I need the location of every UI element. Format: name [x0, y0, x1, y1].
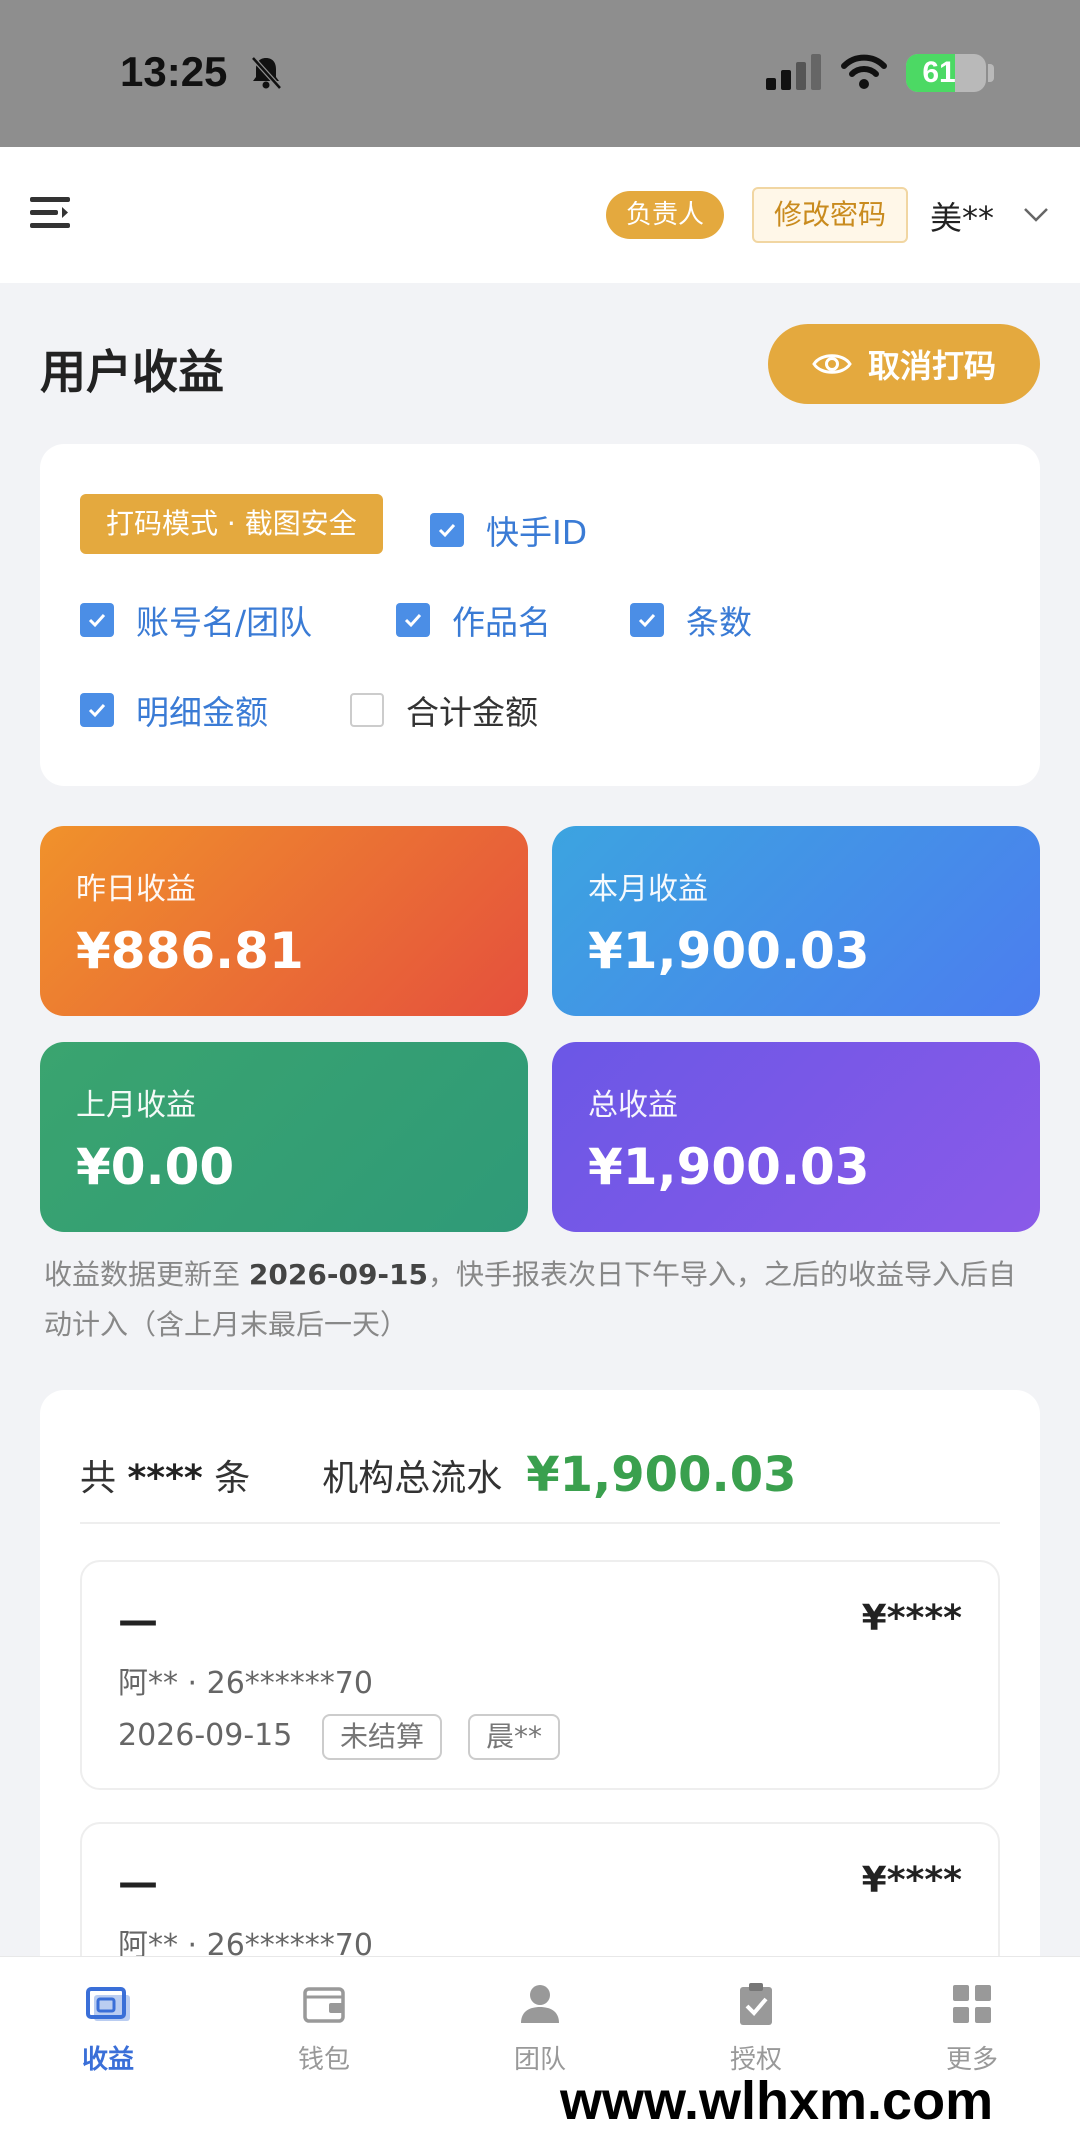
stat-value: ¥0.00 [76, 1138, 235, 1196]
total-flow-value: ¥1,900.03 [526, 1447, 797, 1503]
stat-value: ¥886.81 [76, 922, 304, 980]
record-amount: ¥**** [861, 1598, 962, 1639]
tab-label: 团队 [513, 2045, 566, 2075]
record-count: 共 **** 条 [80, 1449, 250, 1501]
stat-card-last-month: 上月收益 ¥0.00 [40, 1042, 528, 1232]
checkbox-checked-icon[interactable] [80, 693, 114, 727]
mask-mode-tag: 打码模式 · 截图安全 [80, 494, 383, 554]
role-badge: 负责人 [606, 191, 725, 239]
option-label: 账号名/团队 [136, 603, 313, 642]
wifi-icon [841, 54, 887, 89]
clipboard-check-icon [740, 1983, 772, 2025]
page-title: 用户收益 [40, 345, 224, 399]
record-title: — [118, 1598, 158, 1644]
record-count-prefix: 共 [80, 1458, 128, 1499]
earnings-icon [86, 1987, 130, 2021]
wallet-icon [303, 1987, 345, 2023]
record-account: 阿** · 26******70 [118, 1666, 373, 1701]
option-work-name[interactable]: 作品名 [396, 596, 551, 644]
record-user-tag: 晨** [468, 1714, 561, 1760]
option-label: 作品名 [452, 603, 551, 642]
total-flow-label: 机构总流水 [322, 1458, 503, 1499]
option-label: 明细金额 [136, 693, 268, 732]
record-count-suffix: 条 [202, 1458, 251, 1499]
stat-card-yesterday: 昨日收益 ¥886.81 [40, 826, 528, 1016]
stat-label: 上月收益 [76, 1088, 196, 1123]
stat-card-total: 总收益 ¥1,900.03 [552, 1042, 1040, 1232]
chevron-down-icon[interactable] [1022, 205, 1050, 225]
battery-indicator: 61 [906, 54, 986, 92]
record-item[interactable]: — ¥**** 阿** · 26******70 2026-09-15 未结算 … [80, 1560, 1000, 1790]
option-label: 快手ID [486, 513, 588, 552]
record-count-value: **** [127, 1458, 203, 1499]
stat-label: 总收益 [588, 1088, 678, 1123]
battery-text: 61 [922, 56, 956, 89]
checkbox-checked-icon[interactable] [630, 603, 664, 637]
battery-cap [988, 64, 994, 82]
unmask-button-label: 取消打码 [867, 347, 996, 385]
watermark: www.wlhxm.com [560, 2071, 994, 2131]
option-detail-amount[interactable]: 明细金额 [80, 686, 268, 734]
stat-value: ¥1,900.03 [588, 1138, 870, 1196]
stat-label: 昨日收益 [76, 872, 196, 907]
option-count[interactable]: 条数 [630, 596, 752, 644]
mask-options-card: 打码模式 · 截图安全 快手ID 账号名/团队 作品名 条数 明细金额 合计金额 [40, 444, 1040, 786]
option-kuaishou-id[interactable]: 快手ID [430, 506, 587, 554]
menu-icon[interactable] [30, 195, 70, 231]
bell-muted-icon [251, 56, 282, 90]
tab-label: 钱包 [297, 2045, 350, 2075]
person-icon [521, 1985, 559, 2023]
record-title: — [118, 1860, 158, 1906]
option-total-amount[interactable]: 合计金额 [350, 686, 538, 734]
stat-label: 本月收益 [588, 872, 708, 907]
grid-icon [953, 1985, 991, 2023]
option-label: 条数 [686, 603, 752, 642]
status-time: 13:25 [120, 48, 228, 95]
update-note-date: 2026-09-15 [248, 1258, 429, 1291]
tab-wallet[interactable]: 钱包 [254, 1979, 394, 2089]
user-name[interactable]: 美** [930, 193, 994, 239]
option-account-team[interactable]: 账号名/团队 [80, 596, 312, 644]
tab-label: 收益 [81, 2045, 134, 2075]
divider [80, 1522, 1000, 1524]
update-note: 收益数据更新至 2026-09-15，快手报表次日下午导入，之后的收益导入后自动… [44, 1250, 1034, 1350]
record-date: 2026-09-15 [118, 1718, 293, 1753]
change-password-button[interactable]: 修改密码 [752, 187, 909, 243]
checkbox-checked-icon[interactable] [80, 603, 114, 637]
record-amount: ¥**** [861, 1860, 962, 1901]
unmask-button[interactable]: 取消打码 [768, 324, 1040, 404]
record-status-tag: 未结算 [322, 1714, 443, 1760]
top-nav: 负责人 修改密码 美** [0, 147, 1080, 283]
tab-earnings[interactable]: 收益 [38, 1979, 178, 2089]
status-bar: 13:25 61 [0, 0, 1080, 147]
stat-value: ¥1,900.03 [588, 922, 870, 980]
option-label: 合计金额 [406, 693, 538, 732]
records-summary: 共 **** 条 机构总流水 ¥1,900.03 [80, 1430, 1000, 1520]
signal-icon [766, 54, 821, 90]
checkbox-checked-icon[interactable] [396, 603, 430, 637]
update-note-prefix: 收益数据更新至 [44, 1258, 249, 1291]
checkbox-checked-icon[interactable] [430, 513, 464, 547]
eye-icon [812, 354, 852, 374]
checkbox-unchecked-icon[interactable] [350, 693, 384, 727]
stat-card-this-month: 本月收益 ¥1,900.03 [552, 826, 1040, 1016]
